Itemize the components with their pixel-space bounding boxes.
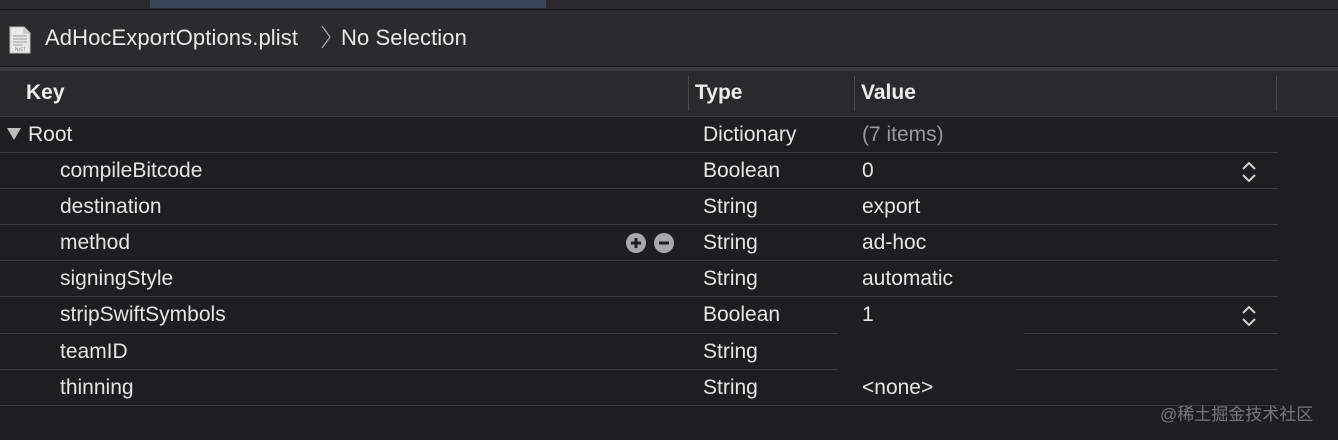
column-divider[interactable] (1276, 76, 1277, 111)
row-key: Root (28, 123, 73, 146)
minus-circle-icon[interactable] (654, 233, 674, 253)
column-divider[interactable] (688, 76, 689, 111)
table-row[interactable]: thinning String <none> (0, 370, 1278, 406)
table-row[interactable]: signingStyle String automatic (0, 261, 1278, 297)
jump-bar: PLIST AdHocExportOptions.plist No Select… (0, 10, 1338, 67)
table-row[interactable]: compileBitcode Boolean 0 (0, 153, 1278, 189)
watermark: @稀土掘金技术社区 (1160, 405, 1314, 424)
column-divider[interactable] (854, 76, 855, 111)
row-key[interactable]: method (60, 225, 130, 260)
row-key[interactable]: teamID (60, 334, 128, 369)
active-tab-highlight[interactable] (150, 0, 546, 8)
svg-text:PLIST: PLIST (15, 47, 26, 52)
table-row-root[interactable]: Root Dictionary (7 items) (0, 117, 1278, 153)
column-header-type[interactable]: Type (695, 71, 742, 116)
tab-strip (0, 0, 1338, 10)
table-row[interactable]: destination String export (0, 189, 1278, 225)
table-header: Key Type Value (0, 71, 1338, 117)
table-row[interactable]: stripSwiftSymbols Boolean 1 (0, 297, 1278, 332)
row-value[interactable]: automatic (862, 261, 953, 296)
row-type[interactable]: String (703, 261, 758, 296)
row-type[interactable]: String (703, 225, 758, 260)
row-value[interactable]: export (862, 189, 920, 224)
plus-circle-icon[interactable] (626, 233, 646, 253)
row-value[interactable]: 1 (862, 297, 874, 332)
chevron-right-icon (321, 25, 331, 49)
row-type[interactable]: Boolean (703, 153, 780, 188)
row-type[interactable]: String (703, 334, 758, 369)
row-type[interactable]: String (703, 189, 758, 224)
plist-file-icon[interactable]: PLIST (9, 26, 31, 54)
disclosure-triangle-down-icon[interactable] (6, 127, 22, 141)
plist-editor-table: Key Type Value Root Dictionary (7 items)… (0, 71, 1338, 440)
table-row[interactable]: teamID String (0, 334, 1278, 369)
up-down-stepper-icon[interactable] (1240, 159, 1258, 185)
row-value[interactable]: ad-hoc (862, 225, 926, 260)
row-value[interactable]: 0 (862, 153, 874, 188)
column-header-key[interactable]: Key (26, 71, 65, 116)
row-key[interactable]: signingStyle (60, 261, 173, 296)
row-key[interactable]: stripSwiftSymbols (60, 297, 226, 332)
up-down-stepper-icon[interactable] (1240, 303, 1258, 329)
row-value: (7 items) (862, 123, 944, 146)
breadcrumb-selection[interactable]: No Selection (341, 25, 467, 51)
breadcrumb-file[interactable]: AdHocExportOptions.plist (45, 25, 298, 51)
row-value[interactable]: <none> (862, 370, 933, 405)
column-header-value[interactable]: Value (861, 71, 916, 116)
row-type[interactable]: String (703, 370, 758, 405)
table-row[interactable]: method String ad-hoc (0, 225, 1278, 261)
row-key[interactable]: destination (60, 189, 162, 224)
row-type[interactable]: Boolean (703, 297, 780, 332)
row-type[interactable]: Dictionary (703, 117, 796, 152)
row-key[interactable]: thinning (60, 370, 134, 405)
row-key[interactable]: compileBitcode (60, 153, 202, 188)
